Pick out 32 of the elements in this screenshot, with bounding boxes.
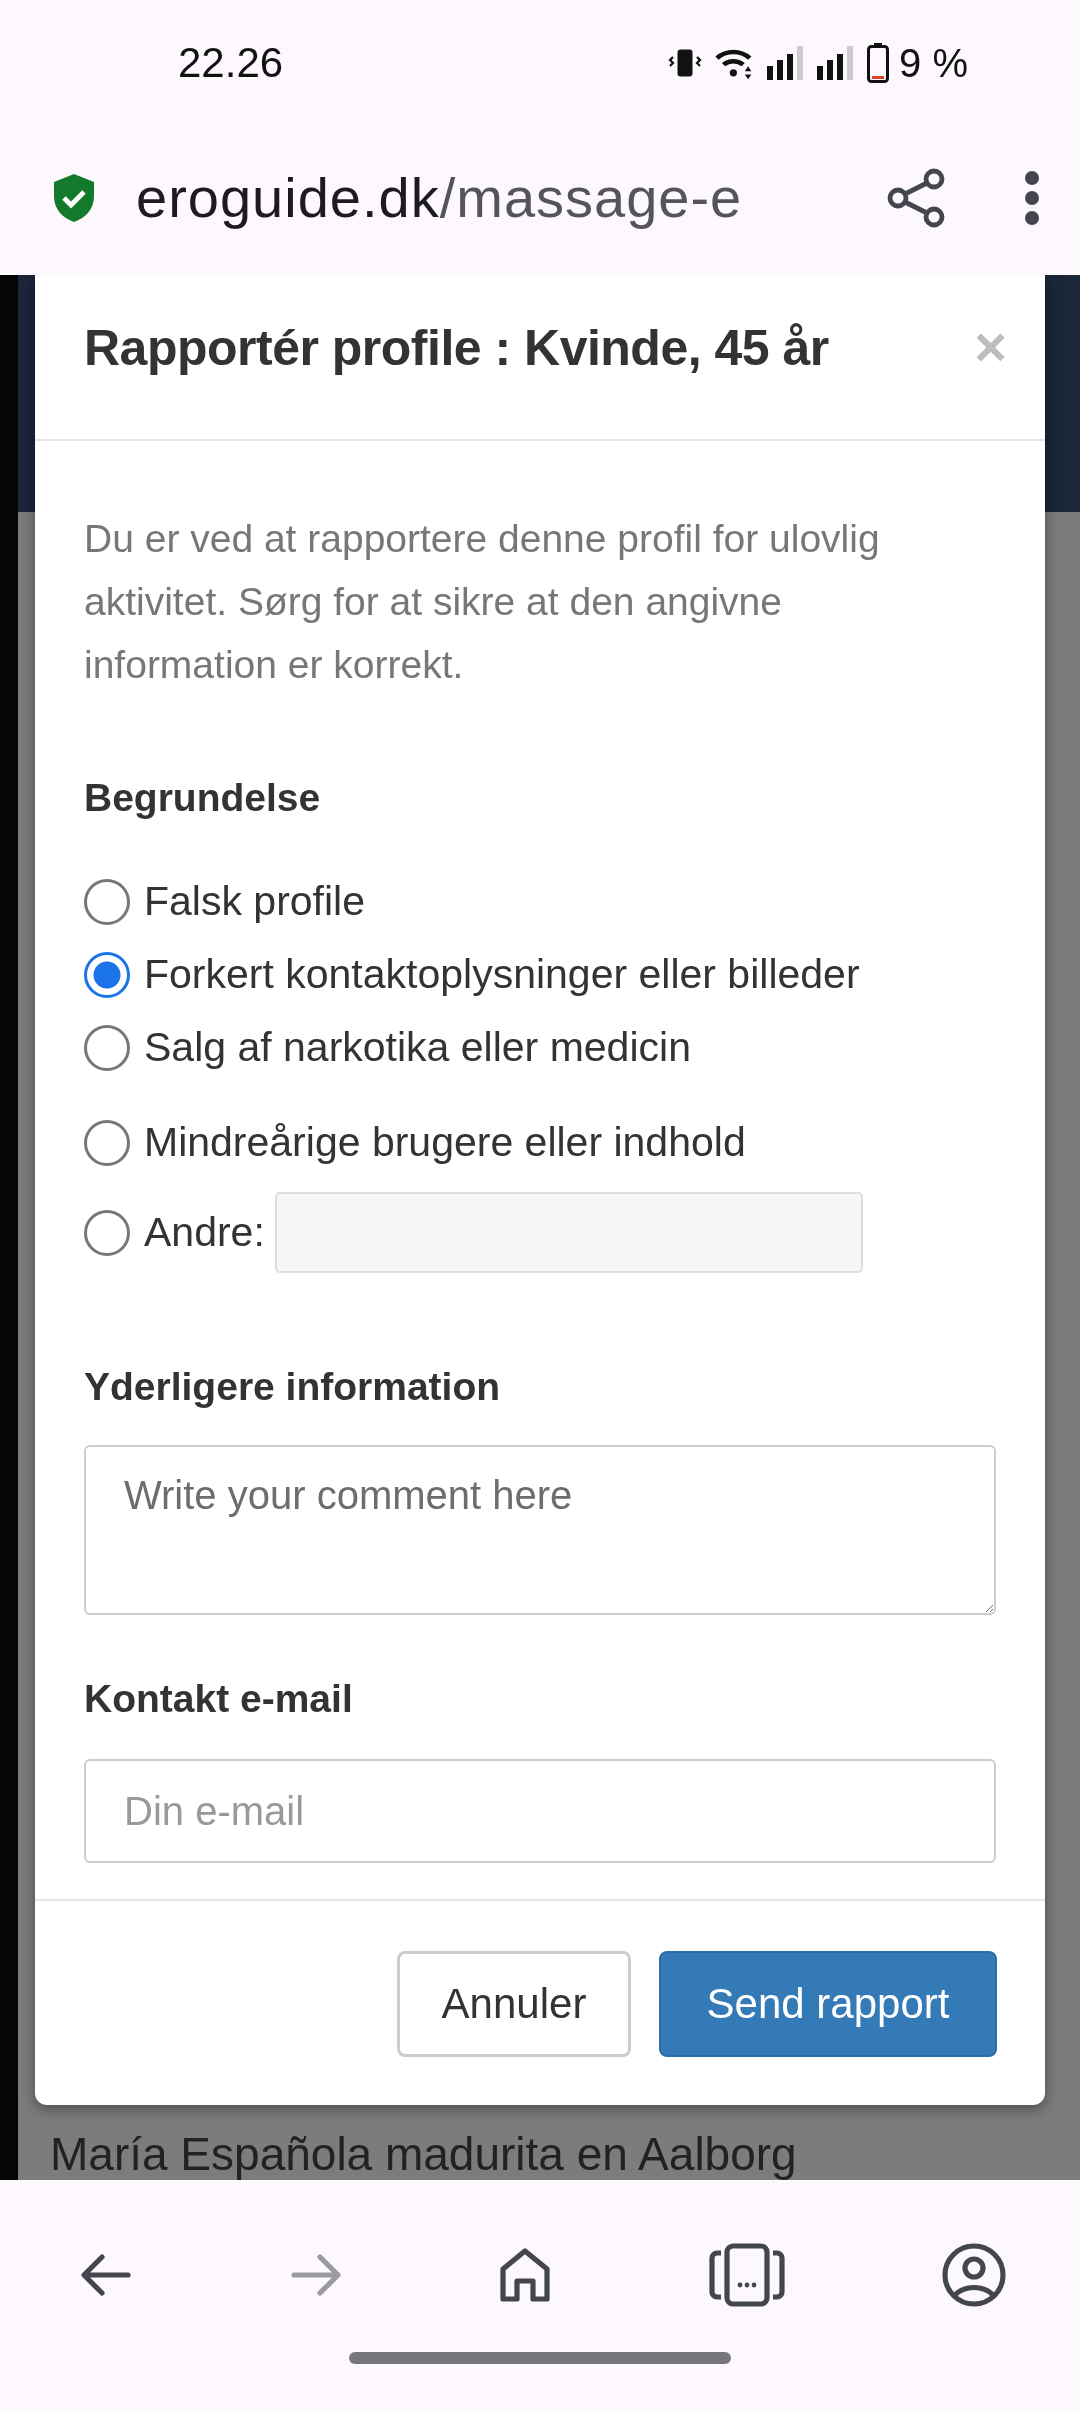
radio-button[interactable] bbox=[84, 878, 130, 925]
dialog-title: Rapportér profile : Kvinde, 45 år bbox=[84, 319, 829, 377]
more-options-icon[interactable] bbox=[1024, 169, 1040, 226]
intro-text: Du er ved at rapportere denne profil for ulovlig aktivitet. Sørg for at sikre at den angivne information er korrekt. bbox=[84, 516, 881, 688]
tabs-icon[interactable] bbox=[708, 2243, 785, 2307]
battery-icon bbox=[867, 43, 890, 83]
other-reason-field[interactable] bbox=[274, 1192, 863, 1273]
radio-button[interactable] bbox=[84, 1209, 130, 1256]
email-label: Kontakt e-mail bbox=[84, 1677, 354, 1721]
cancel-button[interactable]: Annuler bbox=[397, 1951, 631, 2057]
listing-title: María Española madurita en Aalborg bbox=[50, 2128, 797, 2180]
send-report-button[interactable]: Send rapport bbox=[659, 1951, 997, 2057]
info-label: Yderligere information bbox=[84, 1365, 502, 1409]
reason-option[interactable]: Forkert kontaktoplysninger eller billeder bbox=[144, 951, 860, 998]
back-arrow-icon[interactable] bbox=[80, 2253, 132, 2297]
account-icon[interactable] bbox=[942, 2243, 1006, 2307]
status-time: 22.26 bbox=[178, 39, 284, 87]
reason-label: Begrundelse bbox=[84, 776, 322, 820]
email-field[interactable]: Din e-mail bbox=[84, 1759, 996, 1863]
share-icon[interactable] bbox=[886, 166, 946, 229]
battery-percent: 9 % bbox=[899, 40, 968, 86]
reason-option[interactable]: Salg af narkotika eller medicin bbox=[144, 1024, 691, 1071]
shield-check-icon[interactable] bbox=[52, 171, 96, 224]
home-icon[interactable] bbox=[499, 2247, 551, 2303]
radio-button[interactable] bbox=[84, 1119, 130, 1166]
reason-option[interactable]: Andre: bbox=[144, 1209, 265, 1256]
radio-button[interactable] bbox=[84, 1024, 130, 1071]
reason-option[interactable]: Falsk profile bbox=[144, 878, 365, 925]
url-field[interactable]: eroguide.dk/massage-e bbox=[136, 165, 866, 230]
comment-field[interactable]: Write your comment here bbox=[84, 1445, 996, 1615]
radio-button[interactable] bbox=[84, 951, 130, 998]
reason-option[interactable]: Mindreårige brugere eller indhold bbox=[144, 1119, 746, 1166]
